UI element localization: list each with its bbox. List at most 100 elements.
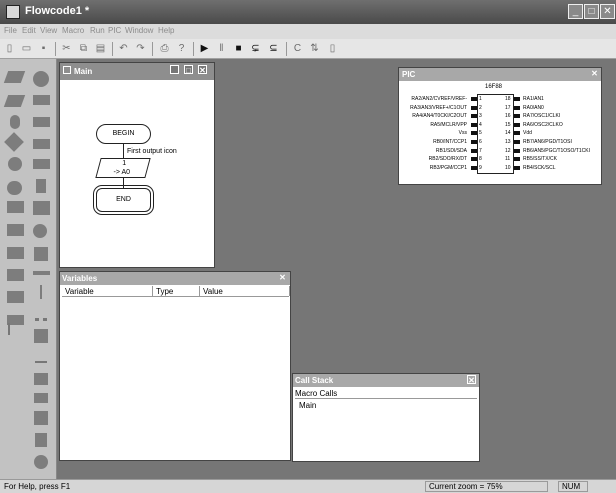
rs232-icon[interactable]: [33, 117, 50, 127]
triangle-icon[interactable]: [35, 353, 47, 363]
lcd-graphic-icon[interactable]: [34, 247, 48, 261]
print-icon[interactable]: ⎙: [158, 42, 171, 55]
pin-marker[interactable]: [514, 140, 520, 144]
menu-help[interactable]: Help: [158, 26, 174, 35]
pin-marker[interactable]: [514, 131, 520, 136]
loop-icon[interactable]: [7, 201, 24, 213]
menu-window[interactable]: Window: [125, 26, 153, 35]
main-window[interactable]: Main _ □ ✕ BEGIN First output icon 1 -> …: [59, 62, 215, 268]
pin-marker[interactable]: [514, 165, 520, 170]
output-flow-icon[interactable]: 1 -> A0: [95, 158, 151, 178]
menu-file[interactable]: File: [4, 26, 17, 35]
call-stack-window[interactable]: Call Stack ✕ Macro Calls Main: [292, 373, 480, 462]
decision-icon[interactable]: [4, 132, 24, 152]
pin-marker[interactable]: [514, 97, 520, 101]
pin-marker[interactable]: [514, 105, 520, 110]
paste-icon[interactable]: ▤: [94, 42, 107, 55]
switch-icon[interactable]: [33, 159, 50, 169]
cut-icon[interactable]: ✂: [60, 42, 73, 55]
connection-point-icon[interactable]: [8, 157, 22, 171]
save-icon[interactable]: ▪: [37, 42, 50, 55]
new-icon[interactable]: ▯: [3, 42, 16, 55]
adc-icon[interactable]: [34, 455, 48, 469]
output-icon[interactable]: [3, 95, 26, 107]
probe-icon[interactable]: [40, 285, 42, 299]
variables-close-button[interactable]: ✕: [278, 273, 287, 282]
lcd-icon[interactable]: [33, 201, 50, 215]
scatter-icon[interactable]: [35, 311, 47, 321]
main-window-title-bar[interactable]: Main _ □ ✕: [60, 63, 214, 80]
delay-icon[interactable]: [10, 115, 20, 129]
begin-terminator[interactable]: BEGIN: [96, 124, 151, 144]
end-terminator[interactable]: END: [93, 185, 154, 215]
redo-icon[interactable]: ↷: [134, 42, 147, 55]
open-icon[interactable]: ▭: [20, 42, 33, 55]
pin-marker[interactable]: [514, 157, 520, 162]
main-minimize-button[interactable]: _: [170, 65, 179, 75]
menu-macro[interactable]: Macro: [62, 26, 84, 35]
compile-c-icon[interactable]: C: [291, 42, 304, 55]
pin-marker[interactable]: [514, 122, 520, 127]
pause-icon[interactable]: ‖: [215, 42, 228, 55]
pin-marker[interactable]: [471, 122, 477, 127]
chip-icon[interactable]: ▯: [326, 42, 339, 55]
menu-edit[interactable]: Edit: [22, 26, 36, 35]
panel-icon[interactable]: [34, 411, 48, 425]
pin-marker[interactable]: [514, 114, 520, 119]
step-into-icon[interactable]: ⊊: [249, 42, 262, 55]
stop-icon[interactable]: ■: [232, 42, 245, 55]
variables-window[interactable]: Variables ✕ Variable Type Value: [59, 271, 291, 461]
call-stack-close-button[interactable]: ✕: [467, 375, 476, 385]
help-icon[interactable]: ?: [175, 42, 188, 55]
grid-icon[interactable]: [34, 329, 48, 343]
column-value[interactable]: Value: [203, 287, 223, 296]
list-item[interactable]: Main: [299, 401, 316, 410]
seven-seg-icon[interactable]: [33, 95, 50, 105]
pic-window-title-bar[interactable]: PIC ✕: [399, 68, 601, 81]
column-type[interactable]: Type: [156, 287, 173, 296]
call-stack-window-title-bar[interactable]: Call Stack ✕: [293, 374, 479, 387]
memory-icon[interactable]: [34, 373, 48, 385]
spi-icon[interactable]: [33, 139, 50, 149]
led-icon[interactable]: [33, 71, 49, 87]
macro-icon[interactable]: [7, 181, 22, 195]
input-icon[interactable]: [3, 71, 26, 83]
copy-icon[interactable]: ⧉: [77, 42, 90, 55]
can-icon[interactable]: [34, 393, 48, 403]
pin-marker[interactable]: [514, 148, 520, 153]
compile-hex-icon[interactable]: ⇅: [308, 42, 321, 55]
pic-close-button[interactable]: ✕: [590, 69, 599, 78]
undo-icon[interactable]: ↶: [117, 42, 130, 55]
pin-marker[interactable]: [471, 131, 477, 136]
pin-marker[interactable]: [471, 148, 477, 153]
line-icon[interactable]: [33, 271, 50, 275]
interrupt-icon[interactable]: [7, 291, 24, 303]
pin-marker[interactable]: [471, 165, 477, 170]
eeprom-icon[interactable]: [35, 433, 47, 447]
pin-marker[interactable]: [471, 105, 477, 110]
minimize-button[interactable]: _: [568, 4, 583, 19]
component-macro-icon[interactable]: [7, 224, 24, 236]
bluetooth-icon[interactable]: [36, 179, 46, 193]
pin-marker[interactable]: [471, 97, 477, 101]
menu-run[interactable]: Run: [90, 26, 105, 35]
menu-view[interactable]: View: [40, 26, 57, 35]
column-variable[interactable]: Variable: [65, 287, 94, 296]
menu-pic[interactable]: PIC: [108, 26, 121, 35]
keypad-icon[interactable]: [33, 224, 47, 238]
pic-window[interactable]: PIC ✕ 16F88 1 RA2/AN2/CVREF/VREF- 2 RA3/AN3…: [398, 67, 602, 185]
main-close-button[interactable]: ✕: [198, 65, 207, 75]
app-title-bar[interactable]: Flowcode1 * _ □ ✕: [0, 0, 616, 24]
comment-icon[interactable]: [8, 323, 18, 335]
step-over-icon[interactable]: ⊆: [267, 42, 280, 55]
main-maximize-button[interactable]: □: [184, 65, 193, 75]
maximize-button[interactable]: □: [584, 4, 599, 19]
run-icon[interactable]: ▶: [198, 42, 211, 55]
close-button[interactable]: ✕: [600, 4, 615, 19]
string-icon[interactable]: [7, 269, 24, 281]
calculation-icon[interactable]: [7, 247, 24, 259]
pin-marker[interactable]: [471, 140, 477, 144]
pin-marker[interactable]: [471, 157, 477, 162]
pin-marker[interactable]: [471, 114, 477, 119]
variables-window-title-bar[interactable]: Variables ✕: [60, 272, 290, 285]
